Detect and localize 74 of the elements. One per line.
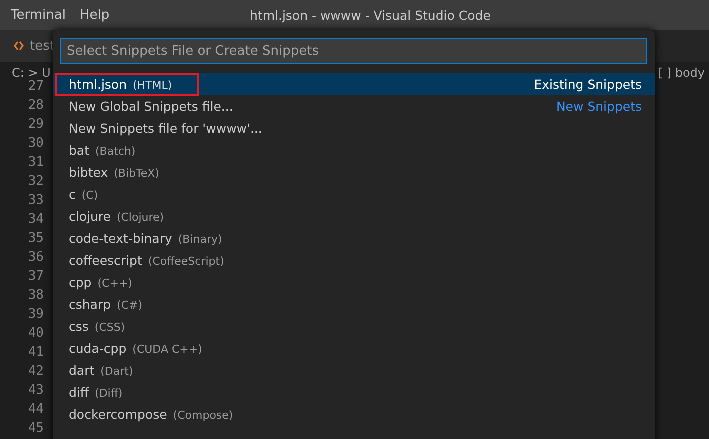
line-number: 42 [28,364,44,381]
window-title: html.json - wwww - Visual Studio Code [250,8,491,22]
item-detail: (Binary) [178,232,222,246]
line-number: 35 [28,231,44,248]
line-number: 38 [28,288,44,305]
line-number: 29 [28,117,44,134]
list-item[interactable]: bibtex (BibTeX) [53,161,655,183]
list-item[interactable]: clojure (Clojure) [53,205,655,227]
item-label: css [69,318,89,334]
line-number: 39 [28,307,44,324]
list-item[interactable]: cuda-cpp (CUDA C++) [53,337,655,359]
item-label: coffeescript [69,252,142,268]
list-item[interactable]: dart (Dart) [53,359,655,381]
item-detail: (C++) [98,276,132,290]
menu-item[interactable]: Terminal [4,8,73,22]
item-label: clojure [69,208,111,224]
item-detail: (Compose) [173,408,234,422]
item-label: html.json [69,76,128,92]
item-detail: (C) [82,188,98,202]
item-label: diff [69,384,90,400]
item-label: dart [69,362,95,378]
list-item[interactable]: diff (Diff) [53,381,655,403]
item-label: code-text-binary [69,230,172,246]
list-item[interactable]: New Snippets file for 'wwww'... [53,117,655,139]
list-item[interactable]: dockercompose (Compose) [53,403,655,425]
list-item[interactable]: html.json (HTML) Existing Snippets [53,73,655,95]
line-number: 36 [28,250,44,267]
list-item[interactable]: css (CSS) [53,315,655,337]
list-item[interactable]: bat (Batch) [53,139,655,161]
line-number: 43 [28,383,44,400]
item-label: csharp [69,296,112,312]
item-description: New Snippets [556,98,642,114]
line-number: 33 [28,193,44,210]
item-label: New Snippets file for 'wwww'... [69,120,262,136]
item-label: cuda-cpp [69,340,127,356]
item-label: New Global Snippets file... [69,98,234,114]
item-detail: (Dart) [100,364,134,378]
line-number: 32 [28,174,44,191]
search-field[interactable]: Select Snippets File or Create Snippets [60,38,647,64]
breadcrumb[interactable]: [ ] body [658,66,705,80]
item-description: Existing Snippets [534,76,642,92]
line-number: 44 [28,402,44,419]
item-label: cpp [69,274,92,290]
line-number: 27 [28,79,44,96]
list-item[interactable]: New Global Snippets file... New Snippets [53,95,655,117]
line-number: 41 [28,345,44,362]
line-number: 30 [28,136,44,153]
item-label: bat [69,142,90,158]
item-label: dockercompose [69,406,168,422]
item-detail: (Diff) [95,386,123,400]
item-detail: (BibTeX) [114,166,160,180]
list-item[interactable]: cpp (C++) [53,271,655,293]
item-detail: (Clojure) [116,210,164,224]
breadcrumb[interactable]: C: > U [12,66,51,80]
list-item[interactable]: code-text-binary (Binary) [53,227,655,249]
item-detail: (C#) [117,298,143,312]
item-label: c [69,186,76,202]
item-detail: (Batch) [96,144,136,158]
list-item[interactable]: coffeescript (CoffeeScript) [53,249,655,271]
line-number: 37 [28,269,44,286]
item-label: bibtex [69,164,108,180]
menu-item[interactable]: Help [72,8,117,22]
line-number: 45 [28,421,44,438]
item-detail: (CSS) [94,320,126,334]
code-brackets-icon [14,41,24,51]
line-number: 28 [28,98,44,115]
list-item[interactable]: csharp (C#) [53,293,655,315]
item-detail: (CUDA C++) [132,342,202,356]
list-item[interactable]: c (C) [53,183,655,205]
line-number: 31 [28,155,44,172]
line-number: 40 [28,326,44,343]
item-detail: (HTML) [133,78,172,92]
line-number: 34 [28,212,44,229]
item-detail: (CoffeeScript) [148,254,224,268]
